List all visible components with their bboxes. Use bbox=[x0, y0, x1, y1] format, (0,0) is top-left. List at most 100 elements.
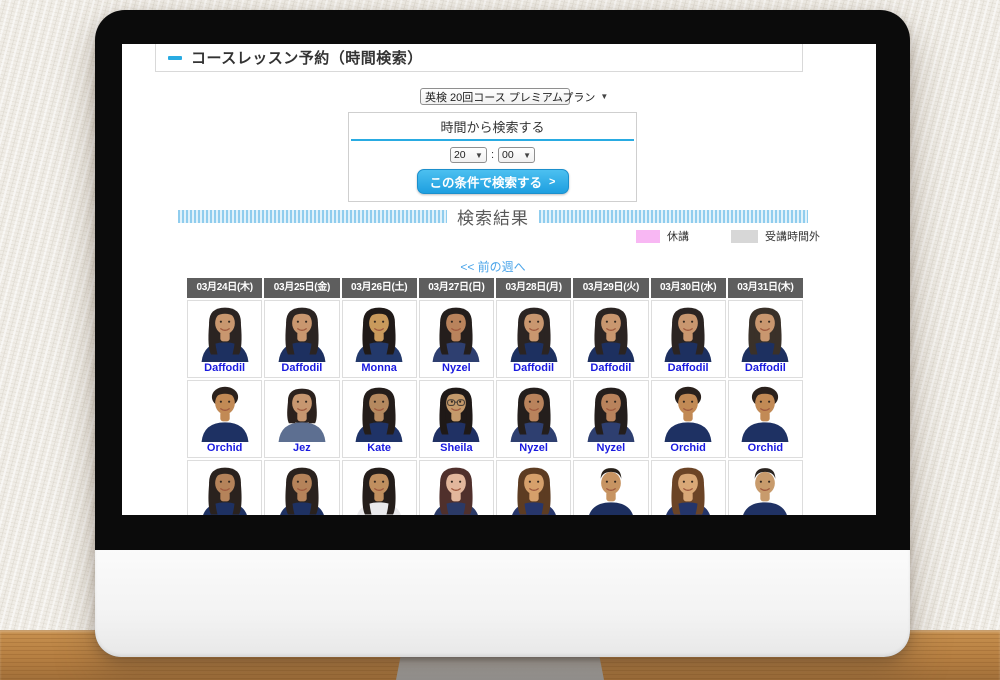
stripe-decoration bbox=[178, 210, 447, 223]
teacher-photo bbox=[735, 462, 795, 515]
monitor: コースレッスン予約（時間検索） 英検 20回コース プレミアムプラン ▼ 時間か… bbox=[95, 10, 910, 657]
teacher-photo bbox=[426, 302, 486, 362]
results-heading: 検索結果 bbox=[178, 204, 808, 229]
browser-viewport: コースレッスン予約（時間検索） 英検 20回コース プレミアムプラン ▼ 時間か… bbox=[122, 44, 876, 515]
date-header-cell: 03月29日(火) bbox=[573, 278, 648, 298]
page-title: コースレッスン予約（時間検索） bbox=[191, 47, 423, 68]
teacher-name-link[interactable]: Sheila bbox=[420, 442, 493, 455]
teacher-photo bbox=[426, 382, 486, 442]
teacher-cell[interactable]: Daffodil bbox=[573, 300, 648, 378]
date-header-cell: 03月26日(土) bbox=[342, 278, 417, 298]
teacher-name-link[interactable]: Daffodil bbox=[652, 362, 725, 375]
teacher-cell[interactable] bbox=[264, 460, 339, 515]
teacher-name-link[interactable]: Orchid bbox=[729, 442, 802, 455]
teacher-cell[interactable]: Kate bbox=[342, 380, 417, 458]
monitor-stand bbox=[396, 654, 604, 680]
teacher-name-link[interactable]: Nyzel bbox=[497, 442, 570, 455]
teacher-photo bbox=[658, 302, 718, 362]
teacher-photo bbox=[658, 462, 718, 515]
teacher-photo bbox=[504, 302, 564, 362]
prev-week-link[interactable]: << 前の週へ bbox=[460, 260, 525, 274]
teacher-cell[interactable] bbox=[496, 460, 571, 515]
teacher-cell[interactable] bbox=[728, 460, 803, 515]
teacher-cell[interactable] bbox=[342, 460, 417, 515]
time-separator: : bbox=[491, 149, 494, 161]
date-header-cell: 03月24日(木) bbox=[187, 278, 262, 298]
teacher-photo bbox=[195, 462, 255, 515]
teacher-photo bbox=[195, 302, 255, 362]
legend-swatch-gray bbox=[731, 230, 758, 243]
legend-swatch-pink bbox=[636, 230, 660, 243]
time-search-panel: 時間から検索する 20 ▼ : 00 ▼ bbox=[348, 112, 637, 202]
teacher-name-link[interactable]: Daffodil bbox=[729, 362, 802, 375]
chevron-down-icon: ▼ bbox=[600, 92, 608, 101]
legend-label: 休講 bbox=[667, 228, 689, 244]
section-title-box: コースレッスン予約（時間検索） bbox=[155, 44, 803, 72]
minute-select[interactable]: 00 ▼ bbox=[498, 147, 535, 163]
teacher-cell[interactable] bbox=[187, 460, 262, 515]
teacher-cell[interactable]: Orchid bbox=[728, 380, 803, 458]
teacher-name-link[interactable]: Daffodil bbox=[574, 362, 647, 375]
teacher-name-link[interactable]: Orchid bbox=[188, 442, 261, 455]
teacher-photo bbox=[272, 382, 332, 442]
date-header-cell: 03月27日(日) bbox=[419, 278, 494, 298]
teacher-name-link[interactable]: Monna bbox=[343, 362, 416, 375]
legend-item-outside-hours: 受講時間外 bbox=[731, 228, 820, 244]
teacher-cell[interactable]: Daffodil bbox=[187, 300, 262, 378]
legend: 休講 受講時間外 bbox=[636, 228, 820, 244]
teacher-photo bbox=[735, 302, 795, 362]
teacher-name-link[interactable]: Jez bbox=[265, 442, 338, 455]
teacher-cell[interactable]: Monna bbox=[342, 300, 417, 378]
monitor-chin bbox=[95, 550, 910, 657]
teacher-cell[interactable]: Daffodil bbox=[728, 300, 803, 378]
search-button[interactable]: この条件で検索する > bbox=[417, 169, 569, 194]
teacher-cell[interactable]: Jez bbox=[264, 380, 339, 458]
accent-underline bbox=[351, 139, 634, 141]
teacher-name-link[interactable]: Nyzel bbox=[574, 442, 647, 455]
prev-week-row: << 前の週へ bbox=[122, 258, 864, 276]
results-heading-text: 検索結果 bbox=[457, 204, 529, 229]
date-header-cell: 03月28日(月) bbox=[496, 278, 571, 298]
teacher-cell[interactable]: Orchid bbox=[651, 380, 726, 458]
teacher-cell[interactable]: Daffodil bbox=[264, 300, 339, 378]
date-header-cell: 03月31日(木) bbox=[728, 278, 803, 298]
teacher-name-link[interactable]: Daffodil bbox=[265, 362, 338, 375]
teacher-name-link[interactable]: Daffodil bbox=[188, 362, 261, 375]
course-select[interactable]: 英検 20回コース プレミアムプラン ▼ bbox=[420, 88, 570, 105]
teacher-name-link[interactable]: Nyzel bbox=[420, 362, 493, 375]
button-row: この条件で検索する > bbox=[349, 169, 636, 194]
teacher-photo bbox=[658, 382, 718, 442]
teacher-cell[interactable]: Nyzel bbox=[496, 380, 571, 458]
search-button-label: この条件で検索する bbox=[430, 172, 543, 191]
teacher-photo bbox=[349, 462, 409, 515]
teacher-photo bbox=[195, 382, 255, 442]
teacher-cell[interactable] bbox=[651, 460, 726, 515]
teacher-cell[interactable]: Sheila bbox=[419, 380, 494, 458]
time-row: 20 ▼ : 00 ▼ bbox=[349, 147, 636, 163]
teacher-photo bbox=[581, 462, 641, 515]
teacher-name-link[interactable]: Kate bbox=[343, 442, 416, 455]
teacher-cell[interactable]: Orchid bbox=[187, 380, 262, 458]
search-panel-title: 時間から検索する bbox=[349, 117, 636, 136]
teacher-cell[interactable]: Daffodil bbox=[651, 300, 726, 378]
teacher-name-link[interactable]: Daffodil bbox=[497, 362, 570, 375]
chevron-down-icon: ▼ bbox=[523, 151, 531, 160]
date-header-cell: 03月30日(水) bbox=[651, 278, 726, 298]
teacher-name-link[interactable]: Orchid bbox=[652, 442, 725, 455]
scene: コースレッスン予約（時間検索） 英検 20回コース プレミアムプラン ▼ 時間か… bbox=[0, 0, 1000, 680]
teacher-cell[interactable] bbox=[419, 460, 494, 515]
teacher-cell[interactable]: Nyzel bbox=[419, 300, 494, 378]
schedule-table: 03月24日(木)03月25日(金)03月26日(土)03月27日(日)03月2… bbox=[187, 278, 803, 515]
booking-page: コースレッスン予約（時間検索） 英検 20回コース プレミアムプラン ▼ 時間か… bbox=[122, 44, 876, 515]
chevron-down-icon: ▼ bbox=[475, 151, 483, 160]
teacher-cell[interactable]: Daffodil bbox=[496, 300, 571, 378]
teacher-photo bbox=[426, 462, 486, 515]
teacher-photo bbox=[504, 382, 564, 442]
teacher-photo bbox=[272, 302, 332, 362]
teacher-cell[interactable] bbox=[573, 460, 648, 515]
course-select-value: 英検 20回コース プレミアムプラン bbox=[425, 89, 595, 105]
hour-select[interactable]: 20 ▼ bbox=[450, 147, 487, 163]
teacher-photo bbox=[581, 302, 641, 362]
legend-item-closed: 休講 bbox=[636, 228, 689, 244]
teacher-cell[interactable]: Nyzel bbox=[573, 380, 648, 458]
